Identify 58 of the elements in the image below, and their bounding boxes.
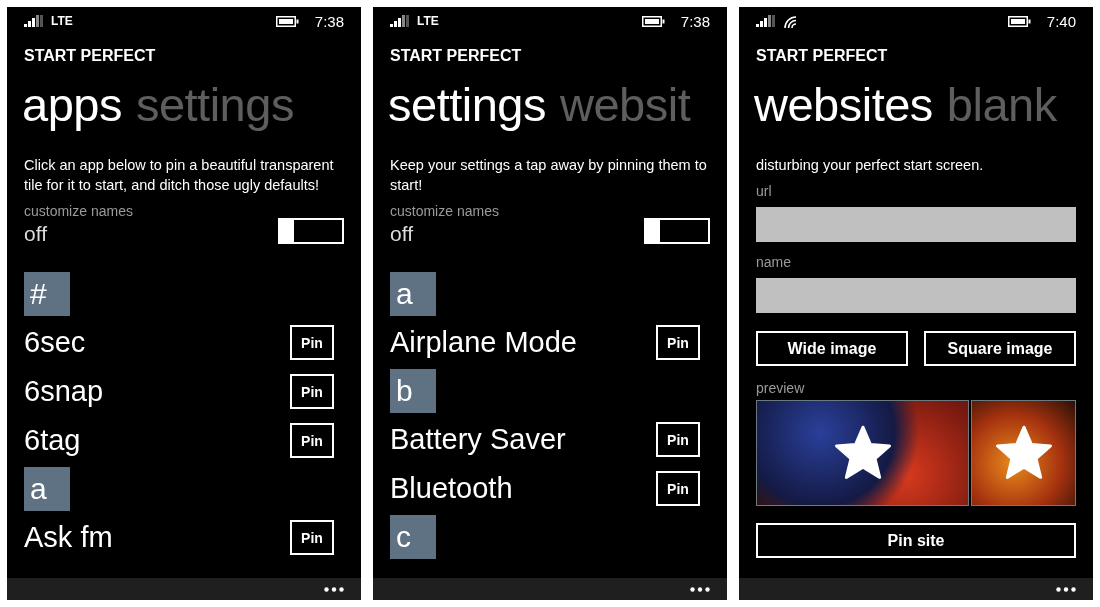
app-title: START PERFECT: [755, 46, 889, 66]
group-header[interactable]: a: [390, 272, 436, 316]
image-button[interactable]: Square image: [924, 331, 1076, 366]
pin-button[interactable]: Pin: [656, 471, 700, 506]
signal-icon: [24, 15, 43, 27]
network-label: LTE: [51, 14, 73, 28]
pin-button[interactable]: Pin: [656, 422, 700, 457]
battery-icon: [275, 15, 299, 27]
clock-time: 7:38: [680, 12, 710, 30]
description-text: Click an app below to pin a beautiful transparent tile for it to start, and ditch those ugly defaults!: [24, 156, 335, 195]
list-item-name[interactable]: Bluetooth: [390, 472, 513, 505]
field-label: name: [756, 254, 793, 270]
signal-icon: [756, 15, 775, 27]
toggle-switch[interactable]: [644, 217, 710, 244]
signal-icon: [390, 15, 409, 27]
app-title: START PERFECT: [389, 46, 523, 66]
input-field[interactable]: [756, 207, 1076, 242]
image-button[interactable]: Wide image: [756, 331, 908, 366]
list-item-name[interactable]: Airplane Mode: [390, 326, 577, 359]
preview-label: preview: [756, 380, 806, 396]
toggle-value: off: [24, 222, 48, 246]
toggle-switch[interactable]: [278, 217, 344, 244]
field-label: url: [756, 183, 773, 199]
pin-button[interactable]: Pin: [290, 423, 334, 458]
pin-button[interactable]: Pin: [290, 374, 334, 409]
input-field[interactable]: [756, 278, 1076, 313]
description-text: Keep your settings a tap away by pinning them to start!: [390, 156, 708, 195]
list-item-name[interactable]: 6snap: [24, 375, 103, 408]
pivot-tab[interactable]: websites: [754, 77, 933, 141]
more-icon[interactable]: [690, 586, 710, 592]
pin-site-button[interactable]: Pin site: [756, 523, 1076, 558]
toggle-value: off: [390, 222, 414, 246]
toggle-label: customize names: [24, 203, 133, 219]
description-text: disturbing your perfect start screen.: [756, 156, 985, 175]
list-item-name[interactable]: 6sec: [24, 326, 86, 359]
list-item-name[interactable]: 6tag: [24, 424, 81, 457]
group-header[interactable]: a: [24, 467, 70, 511]
list-item-name[interactable]: Ask fm: [24, 521, 113, 554]
clock-time: 7:38: [314, 12, 344, 30]
pin-button[interactable]: Pin: [656, 325, 700, 360]
more-icon[interactable]: [1056, 586, 1076, 592]
star-icon: [833, 425, 892, 481]
group-header[interactable]: #: [24, 272, 70, 316]
battery-icon: [641, 15, 665, 27]
clock-time: 7:40: [1046, 12, 1076, 30]
pin-button[interactable]: Pin: [290, 325, 334, 360]
star-icon: [994, 425, 1053, 481]
app-title: START PERFECT: [23, 46, 157, 66]
list-item-name[interactable]: Battery Saver: [390, 423, 566, 456]
more-icon[interactable]: [324, 586, 344, 592]
group-header[interactable]: b: [390, 369, 436, 413]
battery-icon: [1007, 15, 1031, 27]
toggle-label: customize names: [390, 203, 499, 219]
group-header[interactable]: c: [390, 515, 436, 559]
network-label: LTE: [417, 14, 439, 28]
pivot-tab[interactable]: settings: [388, 77, 546, 141]
pin-button[interactable]: Pin: [290, 520, 334, 555]
pivot-tab[interactable]: apps: [22, 77, 122, 141]
